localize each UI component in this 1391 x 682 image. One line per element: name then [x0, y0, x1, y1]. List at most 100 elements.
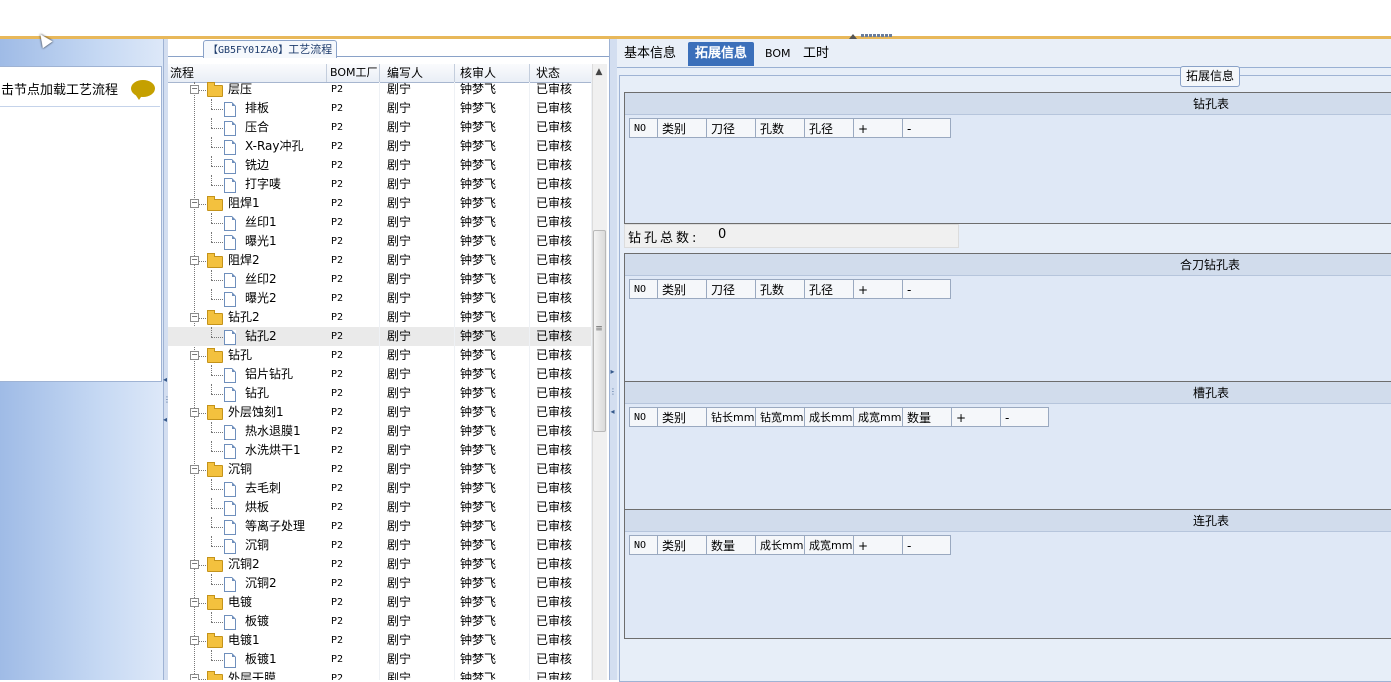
document-icon	[224, 273, 236, 288]
tree-connector	[211, 118, 212, 128]
status-cell: 已审核	[530, 327, 592, 346]
tree-step-row[interactable]: 排板 P2 剧宁 钟梦飞 已审核	[168, 99, 592, 118]
folder-icon	[207, 462, 223, 477]
column-header-flow[interactable]: 流程	[168, 64, 327, 82]
tab-bom[interactable]: BOM	[758, 42, 798, 66]
folder-icon	[207, 82, 223, 97]
collapse-node-icon[interactable]: −	[190, 598, 199, 607]
collapse-node-icon[interactable]: −	[190, 85, 199, 94]
add-row-button[interactable]: +	[853, 118, 902, 138]
tree-step-row[interactable]: 压合 P2 剧宁 钟梦飞 已审核	[168, 118, 592, 137]
tree-folder-row[interactable]: − 外层蚀刻1 P2 剧宁 钟梦飞 已审核	[168, 403, 592, 422]
grip-icon: ≡	[595, 324, 603, 334]
tree-step-row[interactable]: 烘板 P2 剧宁 钟梦飞 已审核	[168, 498, 592, 517]
collapse-node-icon[interactable]: −	[190, 351, 199, 360]
column-header-bom-factory[interactable]: BOM工厂	[327, 64, 380, 82]
tree-step-row[interactable]: 铣边 P2 剧宁 钟梦飞 已审核	[168, 156, 592, 175]
tree-node-label: 钻孔	[245, 386, 270, 400]
tree-step-row[interactable]: 沉铜2 P2 剧宁 钟梦飞 已审核	[168, 574, 592, 593]
folder-icon	[207, 310, 223, 325]
folder-icon	[207, 253, 223, 268]
collapse-node-icon[interactable]: −	[190, 674, 199, 680]
writer-cell: 剧宁	[380, 612, 455, 631]
tree-folder-row[interactable]: − 层压 P2 剧宁 钟梦飞 已审核	[168, 82, 592, 99]
add-row-button[interactable]: +	[853, 535, 902, 555]
tab-work-hours[interactable]: 工时	[796, 42, 836, 66]
tree-folder-row[interactable]: − 沉铜 P2 剧宁 钟梦飞 已审核	[168, 460, 592, 479]
tree-step-row[interactable]: X-Ray冲孔 P2 剧宁 钟梦飞 已审核	[168, 137, 592, 156]
tree-step-row[interactable]: 打字唛 P2 剧宁 钟梦飞 已审核	[168, 175, 592, 194]
tree-step-row[interactable]: 热水退膜1 P2 剧宁 钟梦飞 已审核	[168, 422, 592, 441]
status-cell: 已审核	[530, 270, 592, 289]
tree-connector	[211, 508, 223, 509]
collapse-node-icon[interactable]: −	[190, 636, 199, 645]
tree-folder-row[interactable]: − 沉铜2 P2 剧宁 钟梦飞 已审核	[168, 555, 592, 574]
tree-step-row[interactable]: 去毛刺 P2 剧宁 钟梦飞 已审核	[168, 479, 592, 498]
column-header-checker[interactable]: 核审人	[455, 64, 530, 82]
table-column-header: 钻宽mm	[755, 407, 804, 427]
table-column-header: NO	[629, 118, 657, 138]
tree-folder-row[interactable]: − 电镀1 P2 剧宁 钟梦飞 已审核	[168, 631, 592, 650]
tree-folder-row[interactable]: − 阻焊1 P2 剧宁 钟梦飞 已审核	[168, 194, 592, 213]
remove-row-button[interactable]: -	[902, 118, 951, 138]
scroll-up-arrow-icon[interactable]: ▲	[592, 64, 606, 80]
tree-folder-row[interactable]: − 钻孔 P2 剧宁 钟梦飞 已审核	[168, 346, 592, 365]
bom-factory-cell: P2	[327, 346, 380, 365]
column-header-status[interactable]: 状态	[530, 64, 592, 82]
tree-connector	[211, 299, 223, 300]
tab-basic-info[interactable]: 基本信息	[617, 42, 683, 66]
remove-row-button[interactable]: -	[902, 279, 951, 299]
tree-step-row[interactable]: 沉铜 P2 剧宁 钟梦飞 已审核	[168, 536, 592, 555]
tree-step-row[interactable]: 水洗烘干1 P2 剧宁 钟梦飞 已审核	[168, 441, 592, 460]
tree-step-row[interactable]: 曝光2 P2 剧宁 钟梦飞 已审核	[168, 289, 592, 308]
writer-cell: 剧宁	[380, 631, 455, 650]
column-header-writer[interactable]: 编写人	[380, 64, 455, 82]
collapse-node-icon[interactable]: −	[190, 199, 199, 208]
process-flow-tab[interactable]: 【GB5FY01ZA0】工艺流程	[203, 40, 338, 58]
bom-factory-cell: P2	[327, 308, 380, 327]
tree-connector	[199, 90, 206, 91]
tree-connector	[211, 232, 212, 242]
tree-step-row[interactable]: 等离子处理 P2 剧宁 钟梦飞 已审核	[168, 517, 592, 536]
document-icon	[224, 178, 236, 193]
bom-factory-cell: P2	[327, 593, 380, 612]
add-row-button[interactable]: +	[853, 279, 902, 299]
table-column-header: 成长mm	[804, 407, 853, 427]
tree-step-row[interactable]: 板镀1 P2 剧宁 钟梦飞 已审核	[168, 650, 592, 669]
tree-step-row[interactable]: 钻孔2 P2 剧宁 钟梦飞 已审核	[168, 327, 592, 346]
tree-step-row[interactable]: 板镀 P2 剧宁 钟梦飞 已审核	[168, 612, 592, 631]
collapse-node-icon[interactable]: −	[190, 408, 199, 417]
tab-extended-info[interactable]: 拓展信息	[688, 42, 755, 66]
tree-step-row[interactable]: 丝印2 P2 剧宁 钟梦飞 已审核	[168, 270, 592, 289]
remove-row-button[interactable]: -	[902, 535, 951, 555]
collapse-node-icon[interactable]: −	[190, 560, 199, 569]
table-column-header: 类别	[657, 535, 706, 555]
tree-node-label: 曝光2	[245, 291, 277, 305]
tree-folder-row[interactable]: − 钻孔2 P2 剧宁 钟梦飞 已审核	[168, 308, 592, 327]
status-cell: 已审核	[530, 631, 592, 650]
splitter-arrows-2[interactable]: ▸ ⋮ ◂	[609, 362, 617, 437]
writer-cell: 剧宁	[380, 574, 455, 593]
left-tree-area	[0, 66, 162, 382]
tree-step-row[interactable]: 丝印1 P2 剧宁 钟梦飞 已审核	[168, 213, 592, 232]
tree-folder-row[interactable]: − 外层干膜 P2 剧宁 钟梦飞 已审核	[168, 669, 592, 680]
tree-step-row[interactable]: 钻孔 P2 剧宁 钟梦飞 已审核	[168, 384, 592, 403]
checker-cell: 钟梦飞	[455, 631, 530, 650]
tree-node-label: 沉铜	[245, 538, 270, 552]
tree-folder-row[interactable]: − 阻焊2 P2 剧宁 钟梦飞 已审核	[168, 251, 592, 270]
tree-connector	[211, 660, 223, 661]
combo-drill-table: 合刀钻孔表 NO 类别 刀径 孔数 孔径 + -	[624, 253, 1391, 383]
tree-connector	[211, 584, 223, 585]
collapse-node-icon[interactable]: −	[190, 313, 199, 322]
bom-factory-cell: P2	[327, 270, 380, 289]
tree-connector	[211, 432, 223, 433]
bom-factory-cell: P2	[327, 175, 380, 194]
collapse-node-icon[interactable]: −	[190, 256, 199, 265]
collapse-node-icon[interactable]: −	[190, 465, 199, 474]
tree-folder-row[interactable]: − 电镀 P2 剧宁 钟梦飞 已审核	[168, 593, 592, 612]
tree-step-row[interactable]: 铝片钻孔 P2 剧宁 钟梦飞 已审核	[168, 365, 592, 384]
tree-step-row[interactable]: 曝光1 P2 剧宁 钟梦飞 已审核	[168, 232, 592, 251]
remove-row-button[interactable]: -	[1000, 407, 1049, 427]
add-row-button[interactable]: +	[951, 407, 1000, 427]
folder-icon	[207, 196, 223, 211]
